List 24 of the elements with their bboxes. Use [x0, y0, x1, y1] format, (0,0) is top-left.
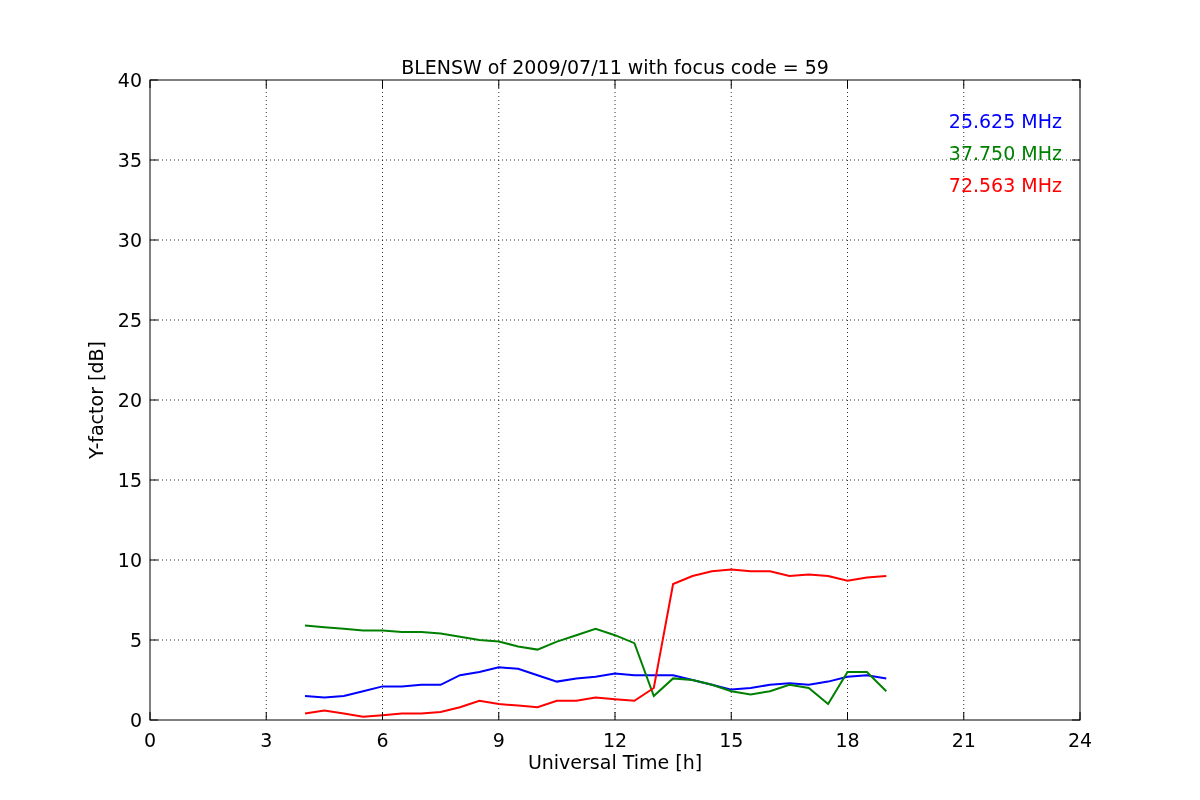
tick-label: 3: [260, 729, 273, 751]
tick-label: 5: [129, 629, 142, 651]
legend-label: 72.563 MHz: [948, 174, 1062, 196]
axis-label: Universal Time [h]: [527, 751, 703, 773]
legend-label: 25.625 MHz: [948, 110, 1062, 132]
chart-title: BLENSW of 2009/07/11 with focus code = 59: [401, 56, 829, 78]
tick-label: 15: [719, 729, 744, 751]
tick-label: 15: [117, 469, 142, 491]
tick-label: 20: [117, 389, 142, 411]
axis-label: Y-factor [dB]: [85, 341, 107, 459]
tick-label: 25: [117, 309, 142, 331]
tick-label: 18: [835, 729, 860, 751]
legend-label: 37.750 MHz: [948, 142, 1062, 164]
tick-label: 6: [376, 729, 389, 751]
tick-label: 10: [117, 549, 142, 571]
tick-label: 9: [492, 729, 505, 751]
tick-label: 0: [143, 729, 157, 751]
tick-label: 21: [951, 729, 976, 751]
tick-label: 0: [129, 709, 142, 731]
tick-label: 40: [117, 69, 142, 91]
tick-label: 35: [117, 149, 142, 171]
tick-label: 30: [117, 229, 142, 251]
tick-label: 12: [602, 729, 628, 751]
tick-label: 24: [1067, 729, 1093, 751]
